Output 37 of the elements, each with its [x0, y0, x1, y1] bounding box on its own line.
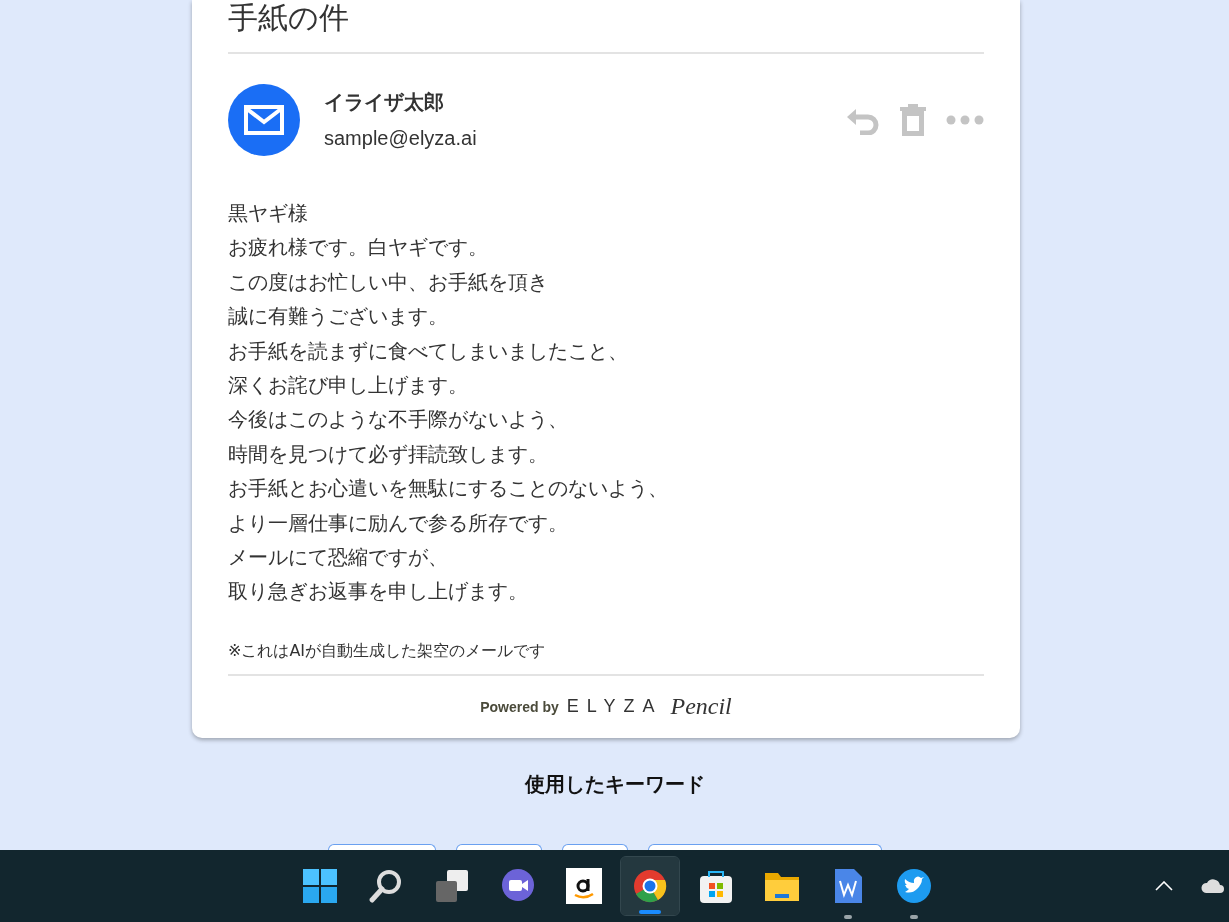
shopping-bag-icon: [698, 868, 734, 904]
keyword-chip[interactable]: [327, 844, 436, 850]
mail-body-line: 誠に有難うございます。: [228, 303, 449, 331]
running-indicator: [910, 915, 918, 919]
keyword-chip[interactable]: [455, 844, 542, 850]
brand-logo-text: ELYZA: [566, 696, 663, 718]
search-icon: [368, 868, 404, 904]
powered-by-text: Powered by: [480, 698, 559, 715]
mail-body-line: 深くお詫び申し上げます。: [228, 372, 469, 400]
bird-icon: [896, 868, 932, 904]
overlapping-squares-icon: [434, 868, 470, 904]
video-camera-icon: [500, 868, 536, 904]
mail-body-line: この度はお忙しい中、お手紙を頂き: [228, 268, 549, 296]
letter-a-icon: [566, 868, 602, 904]
sender-name: イライザ太郎: [324, 89, 445, 116]
running-indicator: [639, 910, 661, 914]
windows-logo-icon: [302, 868, 338, 904]
mail-body-line: より一層仕事に励んで参る所存です。: [228, 509, 569, 537]
browser-icon: [632, 868, 668, 904]
mail-body-line: お手紙を読まずに食べてしまいましたこと、: [228, 337, 629, 365]
keyword-chip[interactable]: [647, 844, 882, 850]
running-indicator: [844, 915, 852, 919]
mail-body-line: お疲れ様です。白ヤギです。: [228, 234, 489, 262]
mail-body-line: 取り急ぎお返事を申し上げます。: [228, 578, 529, 606]
mail-body-line: 今後はこのような不手際がないよう、: [228, 406, 569, 434]
taskbar-app[interactable]: [621, 857, 679, 915]
mail-body-line: メールにて恐縮ですが、: [228, 544, 449, 572]
mail-body-line: お手紙とお心遣いを無駄にすることのないよう、: [228, 475, 669, 503]
sender-email: sample@elyza.ai: [324, 126, 478, 151]
cloud-icon[interactable]: [1201, 878, 1227, 894]
mail-subject: 手紙の件: [228, 0, 350, 36]
keywords-heading: 使用したキーワード: [524, 770, 705, 798]
brand-script-text: Pencil: [670, 693, 732, 721]
disclaimer-note: ※これはAIが自動生成した架空のメールです: [228, 640, 547, 662]
mail-body-line: 時間を見つけて必ず拝読致します。: [228, 440, 549, 468]
mail-body-line: 黒ヤギ様: [228, 200, 309, 227]
chevron-up-icon[interactable]: [1155, 881, 1173, 891]
